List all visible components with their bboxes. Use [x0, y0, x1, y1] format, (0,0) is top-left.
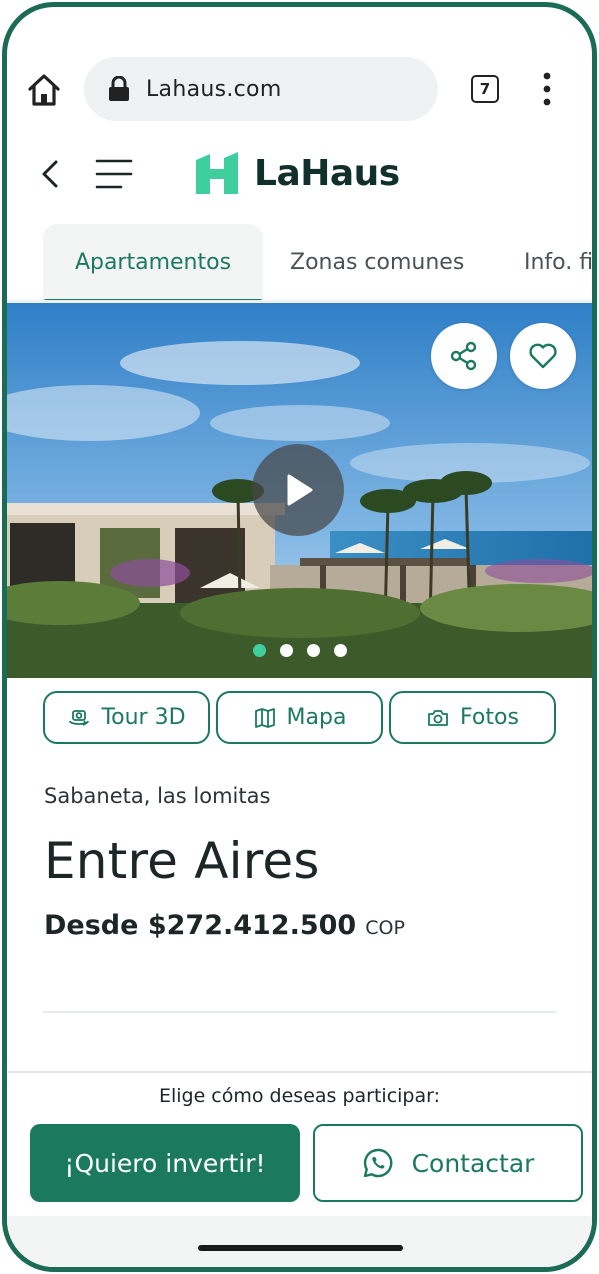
tab-zonas-comunes[interactable]: Zonas comunes: [290, 224, 464, 300]
price-currency: COP: [365, 917, 405, 939]
map-label: Mapa: [286, 705, 347, 730]
project-location: Sabaneta, las lomitas: [44, 784, 271, 808]
url-text: Lahaus.com: [146, 76, 282, 102]
carousel-dot[interactable]: [307, 644, 320, 657]
contact-label: Contactar: [411, 1148, 535, 1178]
photos-button[interactable]: Fotos: [389, 691, 556, 744]
home-indicator[interactable]: [198, 1245, 403, 1251]
price-value: Desde $272.412.500: [44, 910, 357, 941]
invest-button[interactable]: ¡Quiero invertir!: [30, 1124, 300, 1202]
carousel-dots: [253, 644, 347, 657]
map-button[interactable]: Mapa: [216, 691, 383, 744]
carousel-dot[interactable]: [253, 644, 266, 657]
back-arrow-icon[interactable]: [38, 158, 64, 190]
section-tabs: Apartamentos Zonas comunes Info. fi: [7, 224, 592, 304]
photos-label: Fotos: [460, 705, 519, 730]
project-image-carousel[interactable]: [7, 303, 592, 678]
url-bar[interactable]: Lahaus.com: [84, 57, 438, 121]
lock-icon: [109, 76, 129, 101]
logo-house-icon: [196, 152, 238, 194]
carousel-dot[interactable]: [280, 644, 293, 657]
logo-text: LaHaus: [254, 152, 400, 194]
favorite-button[interactable]: [510, 323, 576, 389]
tour-3d-icon: [69, 709, 90, 726]
project-price: Desde $272.412.500 COP: [44, 910, 405, 941]
map-icon: [254, 707, 275, 728]
share-button[interactable]: [431, 323, 497, 389]
cta-label: Elige cómo deseas participar:: [158, 1085, 441, 1107]
play-icon: [287, 474, 313, 506]
camera-icon: [428, 709, 448, 726]
heart-icon: [529, 343, 557, 369]
carousel-dot[interactable]: [334, 644, 347, 657]
tour-3d-label: Tour 3D: [101, 705, 186, 730]
project-title: Entre Aires: [44, 832, 320, 890]
section-divider: [43, 1011, 556, 1013]
share-icon: [450, 341, 477, 371]
phone-frame: Lahaus.com 7 LaHaus Apartamentos Zonas c…: [2, 2, 597, 1272]
tab-info[interactable]: Info. fi: [524, 224, 592, 300]
bottom-strip: [7, 1216, 592, 1267]
home-icon[interactable]: [26, 72, 62, 108]
tab-apartamentos[interactable]: Apartamentos: [43, 224, 263, 304]
tab-switcher-button[interactable]: 7: [471, 75, 499, 103]
hamburger-menu-icon[interactable]: [95, 158, 133, 190]
tour-3d-button[interactable]: Tour 3D: [43, 691, 210, 744]
play-video-button[interactable]: [252, 444, 344, 536]
more-options-icon[interactable]: [538, 71, 556, 107]
lahaus-logo[interactable]: LaHaus: [196, 152, 400, 194]
whatsapp-icon: [363, 1148, 392, 1178]
contact-button[interactable]: Contactar: [313, 1124, 583, 1202]
